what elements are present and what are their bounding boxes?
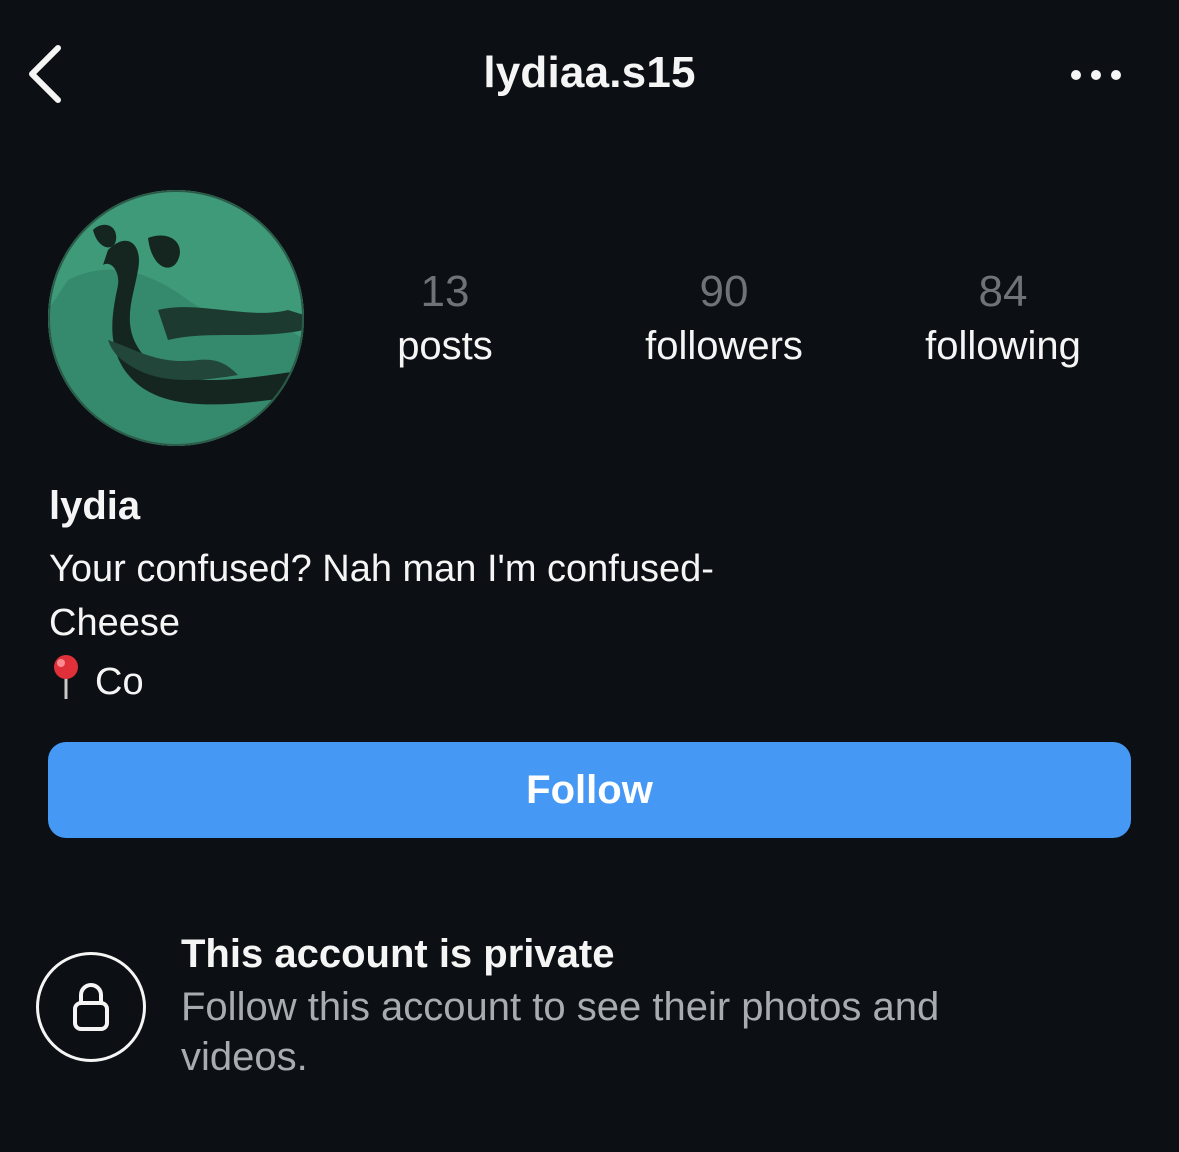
following-stat[interactable]: 84 following xyxy=(883,266,1123,374)
posts-label: posts xyxy=(397,324,493,368)
private-account-description: Follow this account to see their photos … xyxy=(181,985,940,1079)
round-pushpin-icon xyxy=(49,654,83,711)
profile-username-title: lydiaa.s15 xyxy=(483,48,696,97)
avatar[interactable] xyxy=(48,190,304,446)
followers-label: followers xyxy=(645,324,803,368)
following-label: following xyxy=(925,324,1081,368)
followers-count: 90 xyxy=(699,267,749,316)
display-name: lydia xyxy=(49,484,141,528)
bio-line: Cheese xyxy=(49,602,180,644)
following-count: 84 xyxy=(978,267,1028,316)
lock-icon xyxy=(36,952,146,1062)
private-account-title: This account is private xyxy=(181,932,615,976)
more-options-icon[interactable] xyxy=(1062,58,1130,92)
followers-stat[interactable]: 90 followers xyxy=(604,266,844,374)
follow-button[interactable]: Follow xyxy=(48,742,1131,838)
location-text: Co xyxy=(95,661,144,703)
posts-stat[interactable]: 13 posts xyxy=(325,266,565,374)
posts-count: 13 xyxy=(420,267,470,316)
profile-header: lydiaa.s15 xyxy=(0,0,1179,150)
bio-line: Your confused? Nah man I'm confused- xyxy=(49,548,714,590)
bio-location-line: Co xyxy=(49,654,144,711)
